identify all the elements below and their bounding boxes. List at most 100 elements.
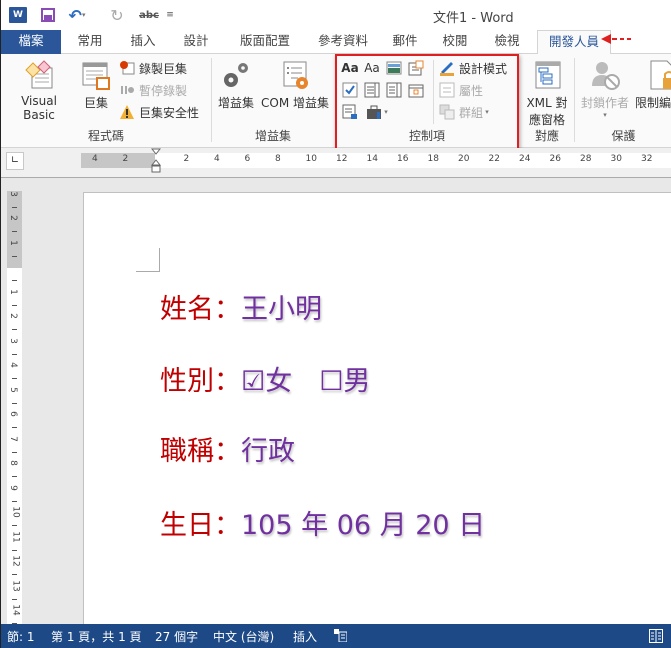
status-words[interactable]: 27 個字 [155, 628, 198, 645]
tab-design[interactable]: 設計 [171, 30, 221, 54]
gender-checkboxes[interactable]: ☑女 ☐男 [241, 366, 370, 397]
macro-security-label: 巨集安全性 [139, 105, 200, 120]
status-page[interactable]: 第 1 頁，共 1 頁 [51, 628, 142, 645]
ruler-tick [12, 231, 17, 233]
xml-mapping-pane-button[interactable]: XML 對 應窗格 [523, 58, 571, 128]
ruler-tick [12, 549, 17, 551]
document-page[interactable]: 姓名：王小明 性別：☑女 ☐男 職稱：行政 生日：105 年 06 月 20 日 [83, 192, 671, 624]
ruler-number: 5 [7, 386, 18, 393]
annotation-highlight-box [335, 54, 519, 150]
birthday-value[interactable]: 105 年 06 月 20 日 [241, 510, 485, 541]
block-authors-label: 封鎖作者 [580, 96, 629, 110]
vertical-ruler[interactable]: 3 2 1 1 2 3 4 5 6 7 8 9 10 11 12 13 14 [7, 190, 22, 648]
ruler-number: 24 [519, 154, 531, 164]
ruler-number: 4 [214, 154, 220, 164]
ruler-number: 14 [366, 154, 378, 164]
ruler-number: 2 [183, 154, 190, 164]
ruler-number: 3 [7, 190, 18, 197]
ruler-number: 28 [580, 154, 592, 164]
status-language[interactable]: 中文 (台灣) [213, 628, 274, 645]
ruler-number: 30 [610, 154, 622, 164]
undo-dropdown-icon[interactable]: ▾ [82, 11, 86, 19]
com-addins-icon [278, 58, 312, 92]
block-authors-button: 封鎖作者 ▾ [577, 58, 633, 119]
ruler-tick [12, 402, 17, 404]
group-addins-label: 增益集 [254, 129, 291, 143]
ruler-tick [12, 500, 17, 502]
ruler-number: 12 [10, 555, 21, 567]
ruler-number: 10 [10, 506, 21, 518]
indent-marker-icon[interactable] [151, 148, 161, 174]
status-mode[interactable]: 插入 [293, 628, 317, 645]
annotation-arrow-icon [601, 34, 631, 44]
word-window: W ↶ ▾ ↻ abc ≡ 文件1 - Word 檔案 常用 插入 設計 版面配置… [0, 0, 671, 648]
restrict-editing-icon [645, 58, 671, 92]
customize-qat-icon[interactable]: ≡ [165, 6, 175, 24]
ruler-tick [12, 525, 17, 527]
tab-references[interactable]: 參考資料 [307, 30, 379, 54]
ruler-number: 4 [7, 362, 18, 368]
ruler-tick [12, 451, 17, 453]
ruler-tick [12, 598, 17, 600]
title-value[interactable]: 行政 [241, 436, 295, 467]
tab-selector[interactable]: ∟ [6, 152, 24, 170]
birthday-label: 生日： [160, 510, 241, 541]
macro-record-icon[interactable] [334, 629, 348, 645]
ruler-number: 2 [7, 215, 18, 221]
group-mapping: XML 對 應窗格 對應 [521, 54, 573, 148]
read-mode-icon[interactable] [649, 629, 663, 646]
group-code-label: 程式碼 [87, 129, 124, 143]
tab-file[interactable]: 檔案 [1, 30, 61, 54]
tab-developer[interactable]: 開發人員 [537, 30, 611, 55]
name-value[interactable]: 王小明 [241, 294, 322, 325]
spelling-icon[interactable]: abc [139, 6, 159, 24]
macros-icon [79, 58, 113, 92]
macro-security-button[interactable]: 巨集安全性 [119, 102, 199, 122]
ruler-number: 12 [336, 154, 348, 164]
field-name: 姓名：王小明 [160, 287, 322, 326]
restrict-editing-button[interactable]: 限制編輯 [635, 58, 671, 111]
margin-corner-mark [136, 248, 160, 272]
gender-label: 性別： [160, 366, 241, 397]
ruler-number: 13 [10, 579, 21, 592]
record-macro-button[interactable]: 錄製巨集 [119, 58, 187, 78]
ruler-number: 4 [92, 154, 98, 164]
window-title-text: 文件1 - Word [433, 11, 514, 26]
record-macro-label: 錄製巨集 [139, 61, 188, 76]
restrict-editing-label: 限制編輯 [635, 96, 671, 110]
undo-icon[interactable]: ↶ ▾ [69, 6, 86, 25]
group-addins: 增益集 COM 增益集 增益集 [212, 54, 334, 148]
tab-view[interactable]: 檢視 [485, 30, 529, 54]
ruler-tick [12, 255, 17, 257]
com-addins-label: COM 增益集 [261, 96, 329, 110]
ruler-number: 11 [10, 530, 21, 543]
ribbon-tabs: 檔案 常用 插入 設計 版面配置 參考資料 郵件 校閱 檢視 開發人員 [1, 30, 671, 55]
tab-review[interactable]: 校閱 [433, 30, 477, 54]
tab-layout[interactable]: 版面配置 [229, 30, 301, 54]
ruler-number: 20 [458, 154, 470, 164]
gears-icon [219, 58, 253, 92]
status-bar: 節: 1 第 1 頁，共 1 頁 27 個字 中文 (台灣) 插入 [1, 624, 671, 648]
title-label: 職稱： [160, 436, 241, 467]
ruler-number: 14 [10, 604, 21, 616]
ruler-number: 6 [244, 154, 251, 164]
ruler-number: 1 [7, 239, 18, 246]
ruler-tick [12, 206, 17, 208]
word-icon[interactable]: W [9, 7, 27, 23]
visual-basic-button[interactable]: Visual Basic [5, 58, 73, 122]
visual-basic-icon [22, 58, 56, 92]
ruler-tick [12, 378, 17, 380]
macros-button[interactable]: 巨集 [77, 58, 115, 111]
addins-button[interactable]: 增益集 [216, 58, 256, 111]
horizontal-ruler[interactable]: 4 2 2 4 6 8 10 12 14 16 18 20 22 24 26 28 30 32 [81, 153, 671, 168]
xml-pane-label-line2: 應窗格 [528, 113, 565, 127]
status-section[interactable]: 節: 1 [7, 628, 35, 645]
tab-home[interactable]: 常用 [65, 30, 115, 54]
ruler-number: 18 [427, 154, 439, 164]
tab-mailings[interactable]: 郵件 [385, 30, 425, 54]
tab-insert[interactable]: 插入 [118, 30, 168, 54]
redo-icon[interactable]: ↻ [109, 6, 125, 25]
ruler-number: 2 [122, 154, 129, 164]
save-icon[interactable] [41, 8, 55, 22]
com-addins-button[interactable]: COM 增益集 [258, 58, 332, 111]
